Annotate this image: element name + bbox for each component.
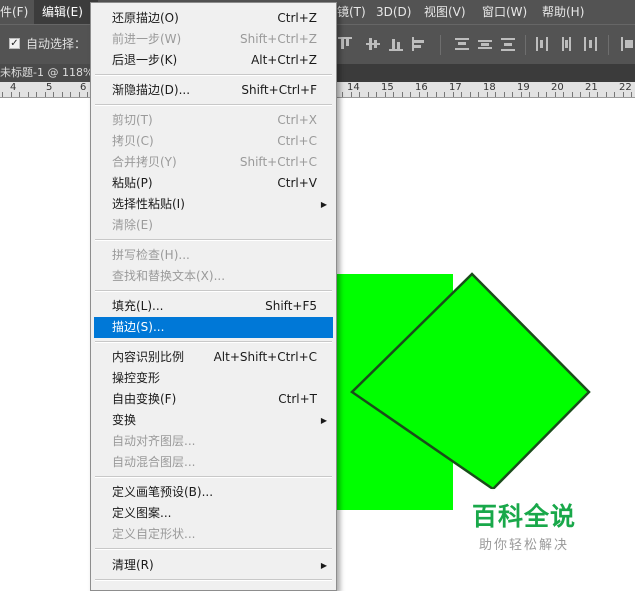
menu-item-transform[interactable]: 变换 ▶ xyxy=(94,410,333,431)
menu-separator xyxy=(95,74,332,76)
menu-separator xyxy=(95,290,332,292)
submenu-arrow-icon: ▶ xyxy=(320,200,327,209)
menu-item-find-replace-text[interactable]: 查找和替换文本(X)... xyxy=(94,266,333,287)
menu-separator xyxy=(95,476,332,478)
menu-item-clear[interactable]: 清除(E) xyxy=(94,215,333,236)
menu-separator xyxy=(95,239,332,241)
menu-item-fade-stroke[interactable]: 渐隐描边(D)... Shift+Ctrl+F xyxy=(94,80,333,101)
menu-item-undo-stroke[interactable]: 还原描边(O) Ctrl+Z xyxy=(94,8,333,29)
menu-item-paste-special[interactable]: 选择性粘贴(I) ▶ xyxy=(94,194,333,215)
watermark-title: 百科全说 xyxy=(472,502,577,531)
menu-separator xyxy=(95,548,332,550)
watermark: 百科全说 助你轻松解决 xyxy=(456,489,616,569)
menu-separator xyxy=(95,104,332,106)
menu-item-fill[interactable]: 填充(L)... Shift+F5 xyxy=(94,296,333,317)
menu-separator xyxy=(95,341,332,343)
menu-item-define-pattern[interactable]: 定义图案... xyxy=(94,503,333,524)
menu-item-cut[interactable]: 剪切(T) Ctrl+X xyxy=(94,110,333,131)
menu-item-purge[interactable]: 清理(R) ▶ xyxy=(94,555,333,576)
menu-item-define-brush-preset[interactable]: 定义画笔预设(B)... xyxy=(94,482,333,503)
menu-item-step-backward[interactable]: 后退一步(K) Alt+Ctrl+Z xyxy=(94,50,333,71)
menu-item-content-aware-scale[interactable]: 内容识别比例 Alt+Shift+Ctrl+C xyxy=(94,347,333,368)
menu-item-check-spelling[interactable]: 拼写检查(H)... xyxy=(94,245,333,266)
menu-item-stroke[interactable]: 描边(S)... xyxy=(94,317,333,338)
menu-item-free-transform[interactable]: 自由变换(F) Ctrl+T xyxy=(94,389,333,410)
menu-item-copy[interactable]: 拷贝(C) Ctrl+C xyxy=(94,131,333,152)
menu-item-auto-blend-layers[interactable]: 自动混合图层... xyxy=(94,452,333,473)
menu-item-puppet-warp[interactable]: 操控变形 xyxy=(94,368,333,389)
edit-dropdown-menu: 还原描边(O) Ctrl+Z 前进一步(W) Shift+Ctrl+Z 后退一步(K… xyxy=(90,2,337,591)
menu-item-copy-merged[interactable]: 合并拷贝(Y) Shift+Ctrl+C xyxy=(94,152,333,173)
menu-item-paste[interactable]: 粘贴(P) Ctrl+V xyxy=(94,173,333,194)
menu-separator xyxy=(95,579,332,581)
menu-item-step-forward[interactable]: 前进一步(W) Shift+Ctrl+Z xyxy=(94,29,333,50)
submenu-arrow-icon: ▶ xyxy=(320,416,327,425)
submenu-arrow-icon: ▶ xyxy=(320,561,327,570)
watermark-subtitle: 助你轻松解决 xyxy=(479,538,570,553)
menu-item-define-custom-shape[interactable]: 定义自定形状... xyxy=(94,524,333,545)
menu-item-auto-align-layers[interactable]: 自动对齐图层... xyxy=(94,431,333,452)
